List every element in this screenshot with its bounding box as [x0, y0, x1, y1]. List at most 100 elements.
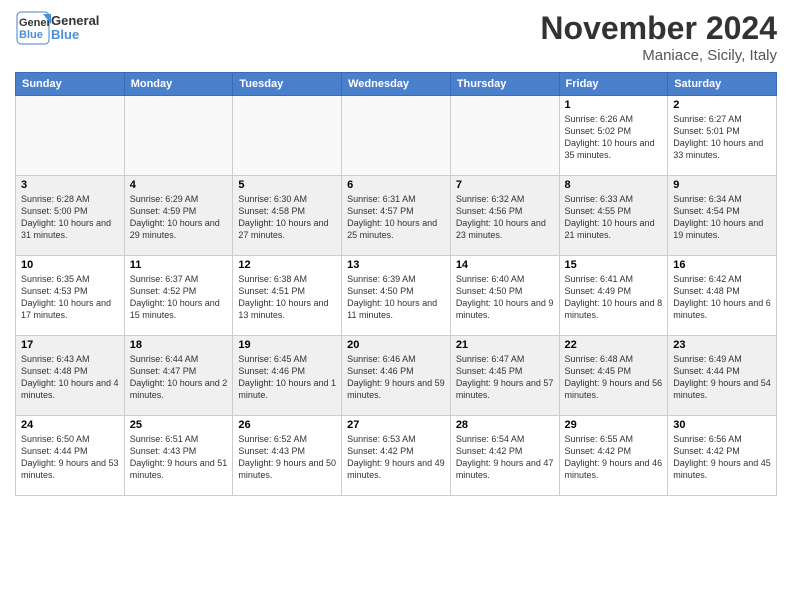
table-row	[16, 96, 125, 176]
day-number: 14	[456, 259, 554, 271]
calendar-row-5: 24 Sunrise: 6:50 AMSunset: 4:44 PMDayligh…	[16, 416, 777, 496]
day-info: Sunrise: 6:44 AMSunset: 4:47 PMDaylight:…	[130, 353, 228, 402]
table-row: 20Sunrise: 6:46 AMSunset: 4:46 PMDayligh…	[342, 336, 451, 416]
day-info: Sunrise: 6:32 AMSunset: 4:56 PMDaylight:…	[456, 193, 554, 242]
table-row	[342, 96, 451, 176]
day-number: 17	[21, 339, 119, 351]
col-sunday: Sunday	[16, 73, 125, 96]
table-row: 26 Sunrise: 6:52 AMSunset: 4:43 PMDayligh…	[233, 416, 342, 496]
day-info: Sunrise: 6:33 AMSunset: 4:55 PMDaylight:…	[565, 193, 663, 242]
day-info: Sunrise: 6:51 AMSunset: 4:43 PMDaylight:…	[130, 433, 228, 482]
table-row: 19 Sunrise: 6:45 AMSunset: 4:46 PMDayligh…	[233, 336, 342, 416]
day-number: 24	[21, 419, 119, 431]
day-info: Sunrise: 6:29 AMSunset: 4:59 PMDaylight:…	[130, 193, 228, 242]
table-row: 22 Sunrise: 6:48 AMSunset: 4:45 PMDayligh…	[559, 336, 668, 416]
calendar-row-3: 10 Sunrise: 6:35 AMSunset: 4:53 PMDayligh…	[16, 256, 777, 336]
day-info: Sunrise: 6:37 AMSunset: 4:52 PMDaylight:…	[130, 273, 228, 322]
table-row	[450, 96, 559, 176]
table-row: 10 Sunrise: 6:35 AMSunset: 4:53 PMDayligh…	[16, 256, 125, 336]
logo-general: General	[51, 14, 99, 28]
day-number: 22	[565, 339, 663, 351]
day-number: 18	[130, 339, 228, 351]
day-number: 10	[21, 259, 119, 271]
day-number: 16	[673, 259, 771, 271]
title-block: November 2024 Maniace, Sicily, Italy	[540, 10, 777, 64]
table-row: 21 Sunrise: 6:47 AMSunset: 4:45 PMDayligh…	[450, 336, 559, 416]
day-info: Sunrise: 6:38 AMSunset: 4:51 PMDaylight:…	[238, 273, 336, 322]
table-row: 4 Sunrise: 6:29 AMSunset: 4:59 PMDaylight…	[124, 176, 233, 256]
day-number: 25	[130, 419, 228, 431]
day-info: Sunrise: 6:39 AMSunset: 4:50 PMDaylight:…	[347, 273, 445, 322]
svg-text:General: General	[19, 17, 51, 29]
table-row: 25 Sunrise: 6:51 AMSunset: 4:43 PMDayligh…	[124, 416, 233, 496]
table-row: 13 Sunrise: 6:39 AMSunset: 4:50 PMDayligh…	[342, 256, 451, 336]
table-row: 17Sunrise: 6:43 AMSunset: 4:48 PMDayligh…	[16, 336, 125, 416]
table-row: 28Sunrise: 6:54 AMSunset: 4:42 PMDayligh…	[450, 416, 559, 496]
day-info: Sunrise: 6:45 AMSunset: 4:46 PMDaylight:…	[238, 353, 336, 402]
day-number: 12	[238, 259, 336, 271]
calendar-row-1: 1 Sunrise: 6:26 AMSunset: 5:02 PMDaylight…	[16, 96, 777, 176]
calendar-header-row: Sunday Monday Tuesday Wednesday Thursday…	[16, 73, 777, 96]
day-info: Sunrise: 6:30 AMSunset: 4:58 PMDaylight:…	[238, 193, 336, 242]
day-info: Sunrise: 6:47 AMSunset: 4:45 PMDaylight:…	[456, 353, 554, 402]
table-row: 27Sunrise: 6:53 AMSunset: 4:42 PMDayligh…	[342, 416, 451, 496]
table-row	[124, 96, 233, 176]
col-tuesday: Tuesday	[233, 73, 342, 96]
table-row: 30 Sunrise: 6:56 AMSunset: 4:42 PMDayligh…	[668, 416, 777, 496]
day-number: 26	[238, 419, 336, 431]
day-number: 27	[347, 419, 445, 431]
day-info: Sunrise: 6:46 AMSunset: 4:46 PMDaylight:…	[347, 353, 445, 402]
table-row: 3 Sunrise: 6:28 AMSunset: 5:00 PMDaylight…	[16, 176, 125, 256]
page: General Blue General Blue November 2024 …	[0, 0, 792, 612]
col-thursday: Thursday	[450, 73, 559, 96]
location: Maniace, Sicily, Italy	[540, 47, 777, 64]
calendar-row-4: 17Sunrise: 6:43 AMSunset: 4:48 PMDayligh…	[16, 336, 777, 416]
day-info: Sunrise: 6:41 AMSunset: 4:49 PMDaylight:…	[565, 273, 663, 322]
table-row: 6Sunrise: 6:31 AMSunset: 4:57 PMDaylight…	[342, 176, 451, 256]
month-title: November 2024	[540, 10, 777, 47]
day-info: Sunrise: 6:35 AMSunset: 4:53 PMDaylight:…	[21, 273, 119, 322]
day-info: Sunrise: 6:42 AMSunset: 4:48 PMDaylight:…	[673, 273, 771, 322]
table-row: 9Sunrise: 6:34 AMSunset: 4:54 PMDaylight…	[668, 176, 777, 256]
header: General Blue General Blue November 2024 …	[15, 10, 777, 64]
col-monday: Monday	[124, 73, 233, 96]
day-info: Sunrise: 6:52 AMSunset: 4:43 PMDaylight:…	[238, 433, 336, 482]
table-row: 8 Sunrise: 6:33 AMSunset: 4:55 PMDaylight…	[559, 176, 668, 256]
day-number: 7	[456, 179, 554, 191]
day-number: 3	[21, 179, 119, 191]
day-info: Sunrise: 6:28 AMSunset: 5:00 PMDaylight:…	[21, 193, 119, 242]
day-number: 13	[347, 259, 445, 271]
table-row: 5 Sunrise: 6:30 AMSunset: 4:58 PMDaylight…	[233, 176, 342, 256]
day-number: 23	[673, 339, 771, 351]
day-info: Sunrise: 6:48 AMSunset: 4:45 PMDaylight:…	[565, 353, 663, 402]
table-row: 23 Sunrise: 6:49 AMSunset: 4:44 PMDayligh…	[668, 336, 777, 416]
day-number: 15	[565, 259, 663, 271]
table-row: 18 Sunrise: 6:44 AMSunset: 4:47 PMDayligh…	[124, 336, 233, 416]
logo-blue: Blue	[51, 28, 99, 42]
day-info: Sunrise: 6:49 AMSunset: 4:44 PMDaylight:…	[673, 353, 771, 402]
table-row: 12 Sunrise: 6:38 AMSunset: 4:51 PMDayligh…	[233, 256, 342, 336]
table-row: 15 Sunrise: 6:41 AMSunset: 4:49 PMDayligh…	[559, 256, 668, 336]
table-row: 2Sunrise: 6:27 AMSunset: 5:01 PMDaylight…	[668, 96, 777, 176]
svg-text:Blue: Blue	[19, 29, 43, 41]
day-info: Sunrise: 6:56 AMSunset: 4:42 PMDaylight:…	[673, 433, 771, 482]
day-number: 21	[456, 339, 554, 351]
table-row: 11Sunrise: 6:37 AMSunset: 4:52 PMDayligh…	[124, 256, 233, 336]
day-info: Sunrise: 6:31 AMSunset: 4:57 PMDaylight:…	[347, 193, 445, 242]
table-row: 16 Sunrise: 6:42 AMSunset: 4:48 PMDayligh…	[668, 256, 777, 336]
day-info: Sunrise: 6:50 AMSunset: 4:44 PMDaylight:…	[21, 433, 119, 482]
day-number: 19	[238, 339, 336, 351]
day-number: 8	[565, 179, 663, 191]
table-row: 1 Sunrise: 6:26 AMSunset: 5:02 PMDaylight…	[559, 96, 668, 176]
day-number: 5	[238, 179, 336, 191]
col-wednesday: Wednesday	[342, 73, 451, 96]
day-number: 30	[673, 419, 771, 431]
logo-icon: General Blue	[15, 10, 51, 46]
day-info: Sunrise: 6:26 AMSunset: 5:02 PMDaylight:…	[565, 113, 663, 162]
day-number: 4	[130, 179, 228, 191]
day-number: 9	[673, 179, 771, 191]
day-number: 1	[565, 99, 663, 111]
day-number: 29	[565, 419, 663, 431]
day-info: Sunrise: 6:27 AMSunset: 5:01 PMDaylight:…	[673, 113, 771, 162]
logo: General Blue General Blue	[15, 10, 99, 46]
